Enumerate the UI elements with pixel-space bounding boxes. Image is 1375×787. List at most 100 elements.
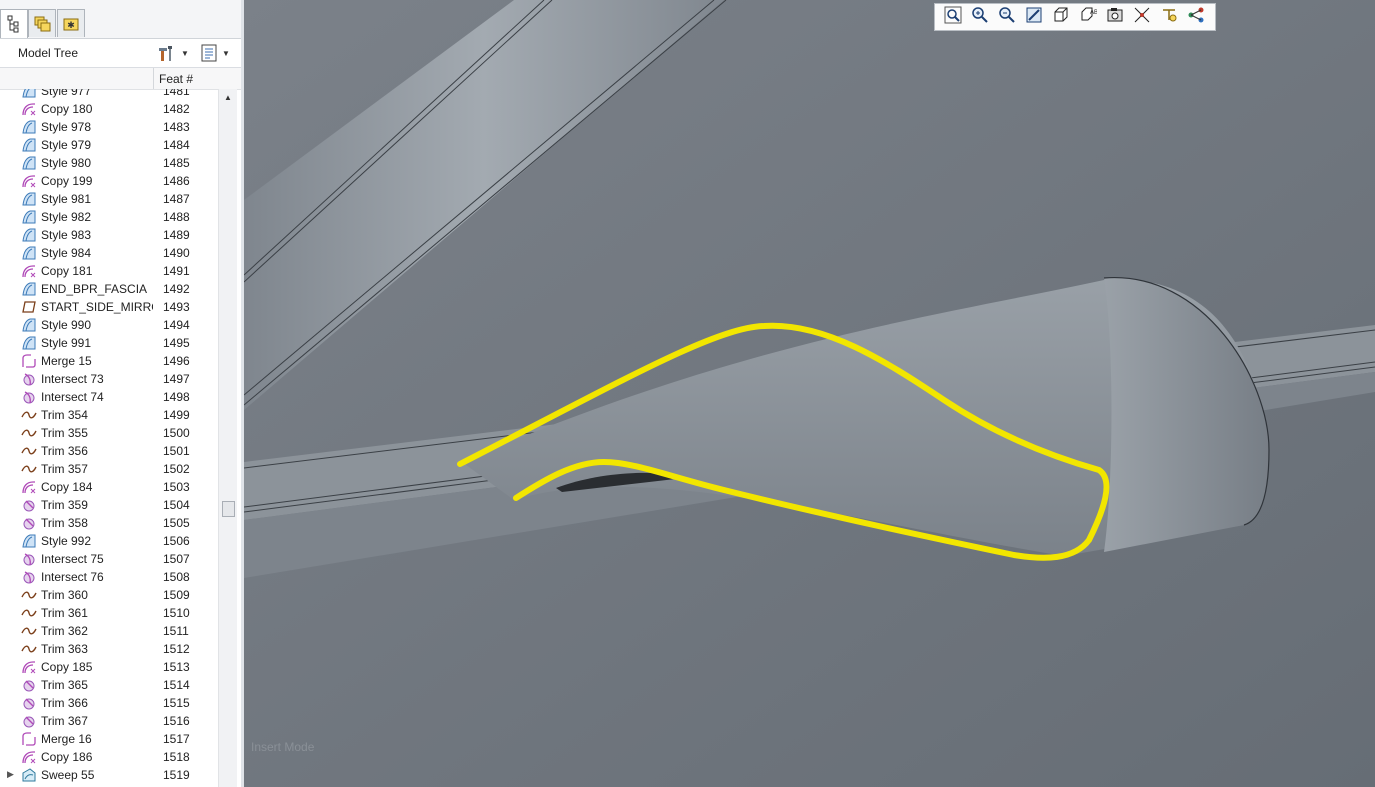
style-feature-icon <box>21 317 37 333</box>
tree-item[interactable]: Style 990 1494 <box>0 316 218 334</box>
tree-item[interactable]: Style 978 1483 <box>0 118 218 136</box>
tree-show-button[interactable]: ▼ <box>200 43 230 63</box>
model-tree-list: Style 977 1481 Copy 180 1482 Style 978 1483 St… <box>0 89 218 787</box>
refit-button[interactable] <box>939 5 966 29</box>
merge-feature-icon <box>21 353 37 369</box>
tree-item[interactable]: Style 977 1481 <box>0 89 218 100</box>
tree-item[interactable]: Trim 359 1504 <box>0 496 218 514</box>
tree-item-feat-number: 1504 <box>163 498 190 512</box>
tree-item[interactable]: Intersect 76 1508 <box>0 568 218 586</box>
tree-item-label: Style 990 <box>41 318 92 332</box>
tree-item-feat-number: 1497 <box>163 372 190 386</box>
tree-item[interactable]: Style 992 1506 <box>0 532 218 550</box>
tree-item[interactable]: Trim 358 1505 <box>0 514 218 532</box>
view-toolbar: AB <box>934 3 1216 31</box>
tree-item[interactable]: Copy 199 1486 <box>0 172 218 190</box>
tree-column-header: Feat # <box>0 68 241 90</box>
graphics-viewport[interactable]: AB Insert Mode <box>244 0 1375 787</box>
annotation-display-button[interactable] <box>1182 5 1209 29</box>
repaint-button[interactable] <box>1020 5 1047 29</box>
tree-item-label: Style 982 <box>41 210 92 224</box>
style-feature-icon <box>21 89 37 99</box>
tree-item-label: Trim 360 <box>41 588 88 602</box>
tree-item[interactable]: Style 982 1488 <box>0 208 218 226</box>
tree-item[interactable]: Style 991 1495 <box>0 334 218 352</box>
tree-item-feat-number: 1518 <box>163 750 190 764</box>
feat-number-column-label[interactable]: Feat # <box>159 72 193 86</box>
tree-item[interactable]: Merge 15 1496 <box>0 352 218 370</box>
style-feature-icon <box>21 245 37 261</box>
tree-item-feat-number: 1489 <box>163 228 190 242</box>
tree-item-feat-number: 1513 <box>163 660 190 674</box>
shading-button[interactable] <box>1047 5 1074 29</box>
tree-item[interactable]: Trim 363 1512 <box>0 640 218 658</box>
folder-browser-tab[interactable] <box>28 9 56 37</box>
tree-item[interactable]: Trim 362 1511 <box>0 622 218 640</box>
tree-item[interactable]: Copy 184 1503 <box>0 478 218 496</box>
tree-item-label: Copy 181 <box>41 264 93 278</box>
tree-settings-button[interactable]: ▼ <box>157 43 189 63</box>
model-tree-title: Model Tree <box>18 46 79 60</box>
scroll-thumb[interactable] <box>222 501 235 517</box>
tree-item[interactable]: Style 980 1485 <box>0 154 218 172</box>
tree-item[interactable]: Trim 354 1499 <box>0 406 218 424</box>
curve-feature-icon <box>21 641 37 657</box>
tree-item[interactable]: Style 979 1484 <box>0 136 218 154</box>
model-tree-tab[interactable] <box>0 9 28 38</box>
tree-item[interactable]: ▶ Sweep 55 1519 <box>0 766 218 784</box>
tree-item[interactable]: Trim 355 1500 <box>0 424 218 442</box>
tree-item[interactable]: END_BPR_FASCIA 1492 <box>0 280 218 298</box>
tree-item[interactable]: Copy 181 1491 <box>0 262 218 280</box>
trim-feature-icon <box>21 497 37 513</box>
tree-item[interactable]: Trim 367 1516 <box>0 712 218 730</box>
tree-item[interactable]: Style 981 1487 <box>0 190 218 208</box>
favorites-tab[interactable]: ✱ <box>57 9 85 37</box>
tree-item[interactable]: Copy 185 1513 <box>0 658 218 676</box>
tree-item[interactable]: Trim 366 1515 <box>0 694 218 712</box>
zoom-in-button[interactable] <box>966 5 993 29</box>
tree-item[interactable]: Intersect 74 1498 <box>0 388 218 406</box>
tree-item-label: Copy 184 <box>41 480 93 494</box>
expand-arrow-icon[interactable]: ▶ <box>7 769 14 780</box>
tree-item-feat-number: 1486 <box>163 174 190 188</box>
tree-item-label: Trim 362 <box>41 624 88 638</box>
tree-item-label: Style 984 <box>41 246 92 260</box>
style-feature-icon <box>21 119 37 135</box>
tree-item[interactable]: Trim 360 1509 <box>0 586 218 604</box>
tree-item[interactable]: Intersect 73 1497 <box>0 370 218 388</box>
scroll-up-arrow-icon[interactable]: ▲ <box>219 89 237 105</box>
tree-item[interactable]: Copy 180 1482 <box>0 100 218 118</box>
curve-feature-icon <box>21 407 37 423</box>
tree-item-feat-number: 1484 <box>163 138 190 152</box>
tree-item[interactable]: Intersect 75 1507 <box>0 550 218 568</box>
tree-item[interactable]: Style 983 1489 <box>0 226 218 244</box>
tree-item-feat-number: 1510 <box>163 606 190 620</box>
sweep-feature-icon <box>21 767 37 783</box>
tree-item[interactable]: Trim 357 1502 <box>0 460 218 478</box>
tree-item-feat-number: 1487 <box>163 192 190 206</box>
tree-item-label: Intersect 74 <box>41 390 104 404</box>
datum-display-button[interactable] <box>1128 5 1155 29</box>
tree-item-feat-number: 1492 <box>163 282 190 296</box>
tree-item-feat-number: 1496 <box>163 354 190 368</box>
column-divider[interactable] <box>153 68 154 89</box>
tree-item[interactable]: Style 984 1490 <box>0 244 218 262</box>
zoom-in-icon <box>971 6 989 29</box>
spin-center-button[interactable] <box>1155 5 1182 29</box>
datum-display-icon <box>1133 6 1151 29</box>
tree-item-label: END_BPR_FASCIA <box>41 282 148 296</box>
zoom-out-button[interactable] <box>993 5 1020 29</box>
tree-item-feat-number: 1501 <box>163 444 190 458</box>
tree-item[interactable]: Trim 365 1514 <box>0 676 218 694</box>
tree-item-label: Trim 365 <box>41 678 88 692</box>
tree-scrollbar[interactable]: ▲ <box>218 89 237 787</box>
tree-item-feat-number: 1500 <box>163 426 190 440</box>
saved-views-button[interactable]: AB <box>1074 5 1101 29</box>
tree-item[interactable]: START_SIDE_MIRROR 1493 <box>0 298 218 316</box>
tree-item[interactable]: Copy 186 1518 <box>0 748 218 766</box>
tree-item[interactable]: Trim 356 1501 <box>0 442 218 460</box>
tree-item[interactable]: Trim 361 1510 <box>0 604 218 622</box>
view-manager-button[interactable] <box>1101 5 1128 29</box>
tree-item[interactable]: Merge 16 1517 <box>0 730 218 748</box>
tree-item-feat-number: 1502 <box>163 462 190 476</box>
